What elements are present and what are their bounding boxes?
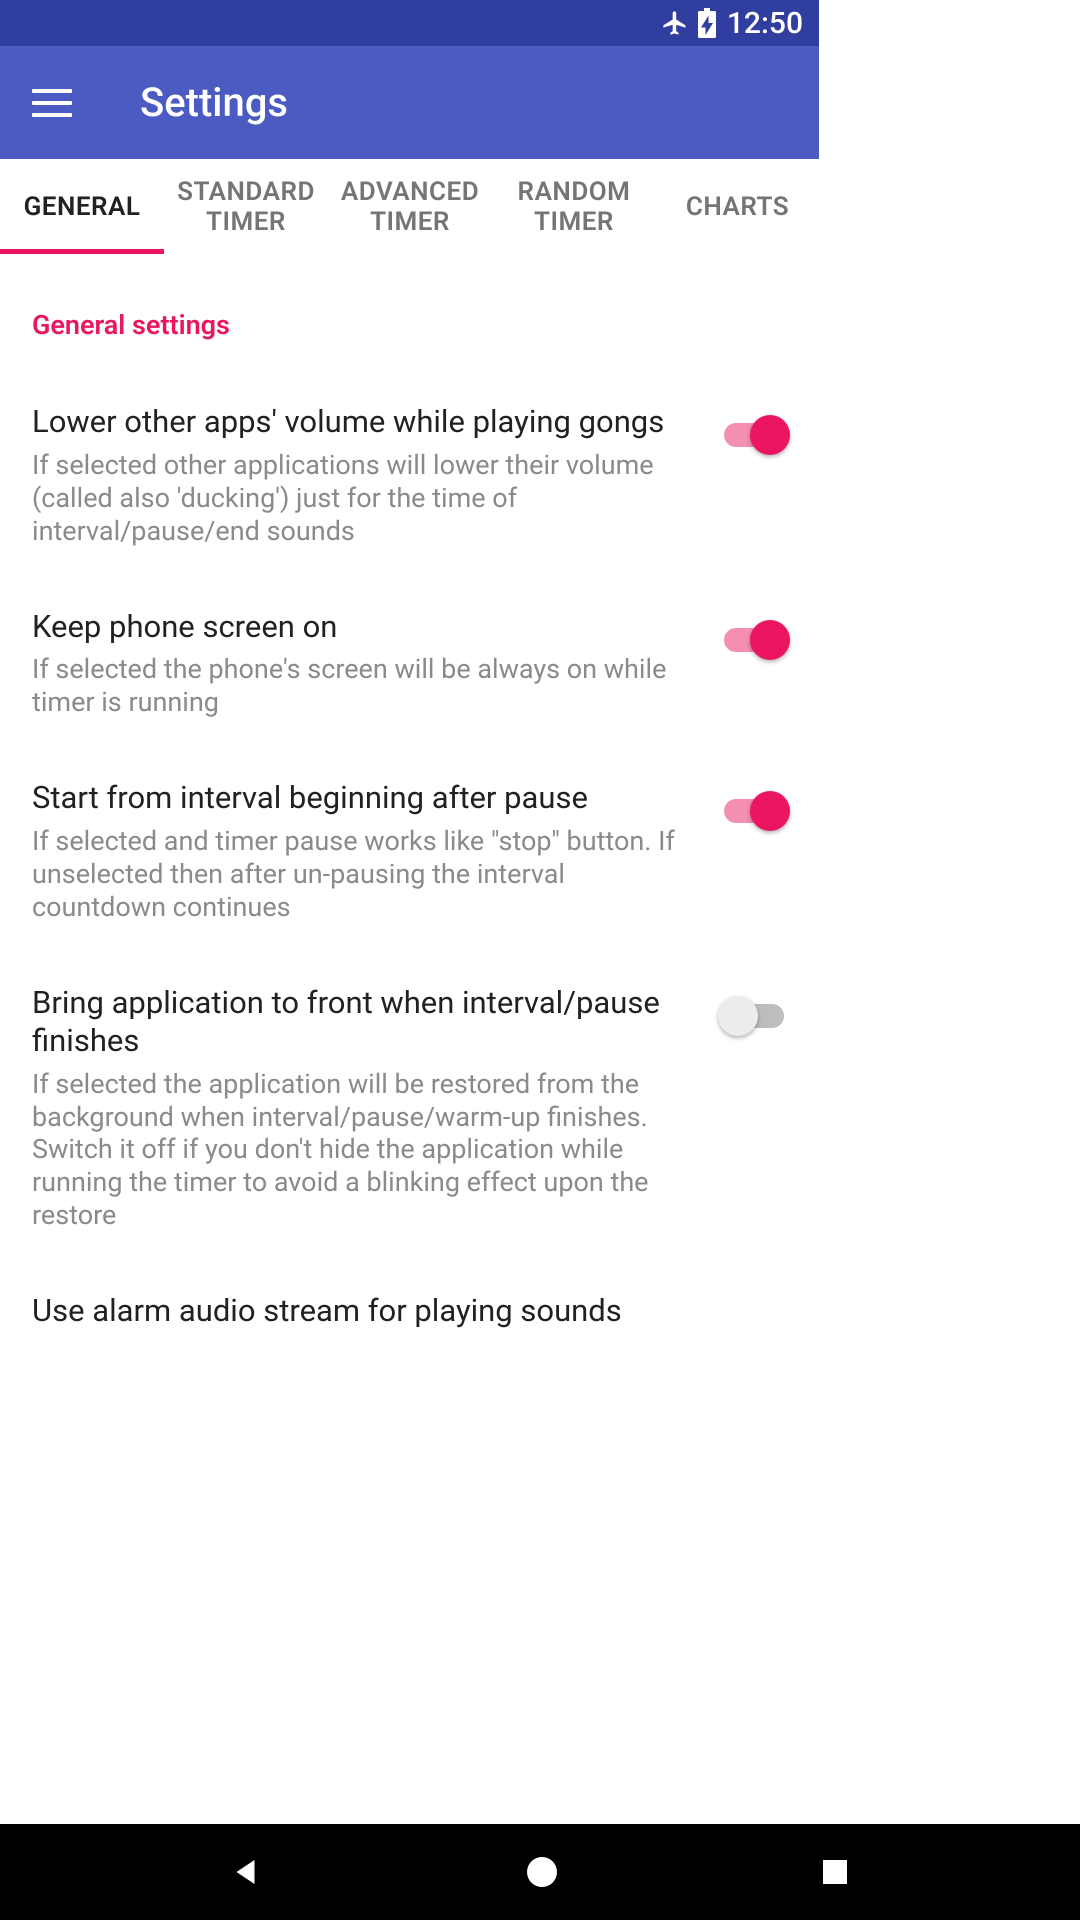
app-bar: Settings: [0, 46, 819, 159]
toggle-wrap: [713, 608, 795, 652]
back-button[interactable]: [229, 1854, 265, 1890]
status-time: 12:50: [727, 6, 803, 41]
setting-row-start-from-beginning[interactable]: Start from interval beginning after paus…: [0, 749, 819, 954]
setting-row-lower-volume[interactable]: Lower other apps' volume while playing g…: [0, 373, 819, 578]
page-title: Settings: [140, 79, 288, 126]
setting-title: Bring application to front when interval…: [32, 984, 689, 1060]
setting-desc: If selected other applications will lowe…: [32, 449, 689, 548]
tab-general[interactable]: GENERAL: [0, 159, 164, 254]
setting-text: Use alarm audio stream for playing sound…: [32, 1292, 795, 1338]
setting-text: Lower other apps' volume while playing g…: [32, 403, 689, 548]
airplane-mode-icon: [661, 9, 689, 37]
setting-title: Start from interval beginning after paus…: [32, 779, 689, 817]
home-button[interactable]: [524, 1854, 560, 1890]
toggle-lower-volume[interactable]: [724, 423, 784, 447]
status-bar: 12:50: [0, 0, 819, 46]
recent-apps-button[interactable]: [819, 1856, 851, 1888]
toggle-wrap: [713, 779, 795, 823]
menu-icon[interactable]: [32, 89, 72, 117]
tab-charts[interactable]: CHARTS: [656, 159, 819, 254]
tab-standard-timer[interactable]: STANDARD TIMER: [164, 159, 328, 254]
setting-row-alarm-stream[interactable]: Use alarm audio stream for playing sound…: [0, 1262, 819, 1368]
setting-title: Keep phone screen on: [32, 608, 689, 646]
setting-text: Keep phone screen on If selected the pho…: [32, 608, 689, 720]
setting-title: Use alarm audio stream for playing sound…: [32, 1292, 795, 1330]
setting-desc: If selected the application will be rest…: [32, 1068, 689, 1233]
setting-desc: If selected and timer pause works like "…: [32, 825, 689, 924]
setting-row-bring-to-front[interactable]: Bring application to front when interval…: [0, 954, 819, 1262]
setting-row-keep-screen-on[interactable]: Keep phone screen on If selected the pho…: [0, 578, 819, 750]
toggle-bring-to-front[interactable]: [724, 1004, 784, 1028]
battery-charging-icon: [697, 8, 717, 38]
toggle-wrap: [713, 984, 795, 1028]
setting-desc: If selected the phone's screen will be a…: [32, 653, 689, 719]
toggle-start-from-beginning[interactable]: [724, 799, 784, 823]
settings-content: General settings Lower other apps' volum…: [0, 255, 819, 1368]
tab-advanced-timer[interactable]: ADVANCED TIMER: [328, 159, 492, 254]
setting-title: Lower other apps' volume while playing g…: [32, 403, 689, 441]
navigation-bar: [0, 1824, 1080, 1920]
toggle-wrap: [713, 403, 795, 447]
section-header: General settings: [0, 255, 819, 373]
setting-text: Start from interval beginning after paus…: [32, 779, 689, 924]
tab-random-timer[interactable]: RANDOM TIMER: [492, 159, 656, 254]
setting-text: Bring application to front when interval…: [32, 984, 689, 1232]
toggle-keep-screen-on[interactable]: [724, 628, 784, 652]
tabs: GENERAL STANDARD TIMER ADVANCED TIMER RA…: [0, 159, 819, 255]
